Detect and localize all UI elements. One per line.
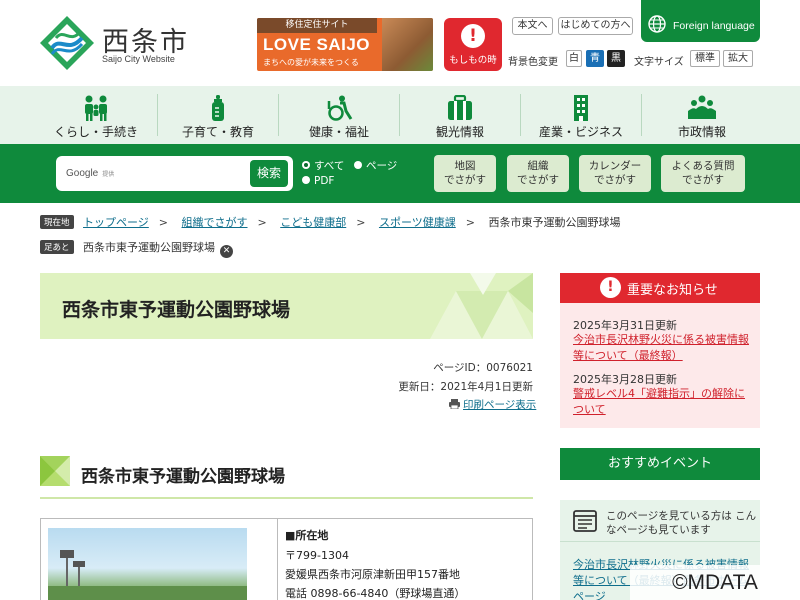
gnav-label: くらし・手続き [53, 125, 138, 139]
page-id: ページID：0076021 [433, 362, 533, 374]
location-heading: ■所在地 [285, 529, 329, 542]
global-nav: くらし・手続き 子育て・教育 健康・福祉 観光情報 産業・ビジネス 市政情報 [0, 86, 800, 144]
print-page-link[interactable]: 印刷ページ表示 [449, 397, 536, 412]
browser-window-icon [573, 510, 597, 532]
city-emblem-icon [40, 16, 94, 70]
gnav-item-health[interactable]: 健康・福祉 [279, 86, 399, 144]
emergency-button[interactable]: ! もしもの時 [444, 18, 502, 71]
foreign-language-button[interactable]: Foreign language [641, 0, 760, 42]
table-divider [277, 519, 278, 600]
breadcrumb: 現在地 トップページ > 組織でさがす > こども健康部 > スポーツ健康課 > 西条市… [40, 214, 760, 230]
people-icon [85, 95, 107, 121]
scope-pdf-radio[interactable]: PDF [302, 175, 334, 187]
related-title: このページを見ている方は こんなページも見ています [606, 510, 757, 536]
radio-icon [302, 176, 310, 184]
building-icon [574, 95, 588, 121]
gnav-label: 観光情報 [435, 125, 484, 139]
related-header: このページを見ている方は こんなページも見ています [560, 500, 760, 542]
love-saijo-banner[interactable]: 移住定住サイト LOVE SAIJO まちへの愛が未来をつくる [257, 18, 433, 71]
find-by-organization-button[interactable]: 組織 でさがす [507, 155, 569, 192]
foreign-language-label: Foreign language [673, 20, 755, 32]
history-trail: 足あと 西条市東予運動公園野球場 ✕ [40, 239, 234, 258]
gnav-item-government[interactable]: 市政情報 [642, 86, 762, 144]
notice-link[interactable]: 警戒レベル4「避難指示」の解除について [573, 386, 753, 418]
site-header: 西条市 Saijo City Website 移住定住サイト LOVE SAIJ… [0, 0, 800, 86]
notice-link[interactable]: 今治市長沢林野火災に係る被害情報等について（最終報） [573, 332, 753, 364]
notice-header: ! 重要なお知らせ [560, 273, 760, 303]
site-subtitle: Saijo City Website [102, 54, 175, 64]
stadium-photo [48, 528, 247, 600]
banner-main-text: LOVE SAIJO [263, 35, 371, 54]
address: 愛媛県西条市河原津新田甲157番地 [285, 568, 460, 581]
gnav-item-childcare[interactable]: 子育て・教育 [158, 86, 278, 144]
postal-code: 〒799-1304 [285, 549, 349, 562]
font-standard-button[interactable]: 標準 [690, 50, 720, 67]
history-item[interactable]: 西条市東予運動公園野球場 [83, 241, 215, 254]
search-bar: Google 提供 検索 すべて ページ PDF 地図 でさがす 組織 でさがす カレ… [0, 144, 800, 203]
gnav-item-tourism[interactable]: 観光情報 [400, 86, 520, 144]
skip-to-content-link[interactable]: 本文へ [512, 17, 553, 35]
phone-number: 電話 0898-66-4840（野球場直通） [285, 587, 466, 600]
gnav-item-industry[interactable]: 産業・ビジネス [521, 86, 641, 144]
gnav-label: 市政情報 [677, 125, 726, 139]
updated-date: 更新日：2021年4月1日更新 [398, 381, 533, 393]
globe-icon [648, 15, 666, 33]
printer-icon [449, 399, 460, 409]
site-logo[interactable]: 西条市 Saijo City Website [38, 14, 198, 74]
notice-date: 2025年3月31日更新 [573, 319, 677, 332]
page-title: 西条市東予運動公園野球場 [62, 299, 291, 321]
group-icon [688, 95, 716, 119]
baby-bottle-icon [212, 95, 224, 121]
breadcrumb-link-dept[interactable]: こども健康部 [280, 216, 346, 229]
radio-selected-icon [302, 161, 310, 169]
search-button[interactable]: 検索 [250, 160, 288, 187]
page-title-box: 西条市東予運動公園野球場 [40, 273, 533, 339]
exclamation-icon: ! [461, 24, 485, 48]
banner-sub-text: まちへの愛が未来をつくる [263, 58, 359, 67]
facility-info-table: ■所在地 〒799-1304 愛媛県西条市河原津新田甲157番地 電話 0898… [40, 518, 533, 600]
breadcrumb-link-top[interactable]: トップページ [83, 216, 149, 229]
gnav-label: 健康・福祉 [308, 125, 369, 139]
notice-date: 2025年3月28日更新 [573, 373, 677, 386]
section-heading-text: 西条市東予運動公園野球場 [81, 467, 285, 487]
gnav-label: 子育て・教育 [181, 125, 254, 139]
stadium-light-towers [48, 550, 247, 600]
recommended-events-button[interactable]: おすすめイベント [560, 448, 760, 480]
font-large-button[interactable]: 拡大 [723, 50, 753, 67]
gnav-item-living[interactable]: くらし・手続き [36, 86, 156, 144]
find-by-map-button[interactable]: 地図 でさがす [434, 155, 496, 192]
close-icon[interactable]: ✕ [220, 245, 234, 258]
wheelchair-icon [327, 95, 353, 121]
copyright-watermark: ©MDATA [630, 565, 800, 600]
bg-blue-button[interactable]: 青 [586, 50, 604, 67]
history-tag: 足あと [40, 240, 74, 254]
banner-top-text: 移住定住サイト [257, 18, 377, 33]
radio-icon [354, 161, 362, 169]
gnav-label: 産業・ビジネス [538, 125, 623, 139]
important-notice-panel: ! 重要なお知らせ 2025年3月31日更新 今治市長沢林野火災に係る被害情報等… [560, 273, 760, 428]
heading-pattern-icon [40, 456, 70, 486]
find-by-calendar-button[interactable]: カレンダー でさがす [579, 155, 651, 192]
bg-color-label: 背景色変更 [508, 57, 558, 68]
section-heading: 西条市東予運動公園野球場 [40, 456, 533, 499]
bg-white-button[interactable]: 白 [566, 50, 582, 67]
breadcrumb-link-section[interactable]: スポーツ健康課 [379, 216, 456, 229]
find-by-faq-button[interactable]: よくある質問 でさがす [661, 155, 745, 192]
scope-all-radio[interactable]: すべて [302, 158, 344, 173]
search-input[interactable]: Google 提供 検索 [56, 156, 293, 191]
exclamation-icon: ! [600, 277, 621, 298]
google-label: Google 提供 [66, 168, 115, 179]
triangle-pattern-decoration [430, 273, 533, 339]
bg-black-button[interactable]: 黒 [607, 50, 625, 67]
breadcrumb-current: 西条市東予運動公園野球場 [488, 216, 621, 229]
breadcrumb-link-org[interactable]: 組織でさがす [182, 216, 248, 229]
current-location-tag: 現在地 [40, 215, 74, 229]
first-time-link[interactable]: はじめての方へ [558, 17, 633, 35]
notice-title: 重要なお知らせ [627, 283, 718, 298]
emergency-label: もしもの時 [449, 55, 497, 66]
font-size-label: 文字サイズ [634, 57, 684, 68]
scope-page-radio[interactable]: ページ [354, 158, 397, 173]
banner-photo [382, 18, 433, 71]
suitcase-icon [448, 95, 472, 120]
